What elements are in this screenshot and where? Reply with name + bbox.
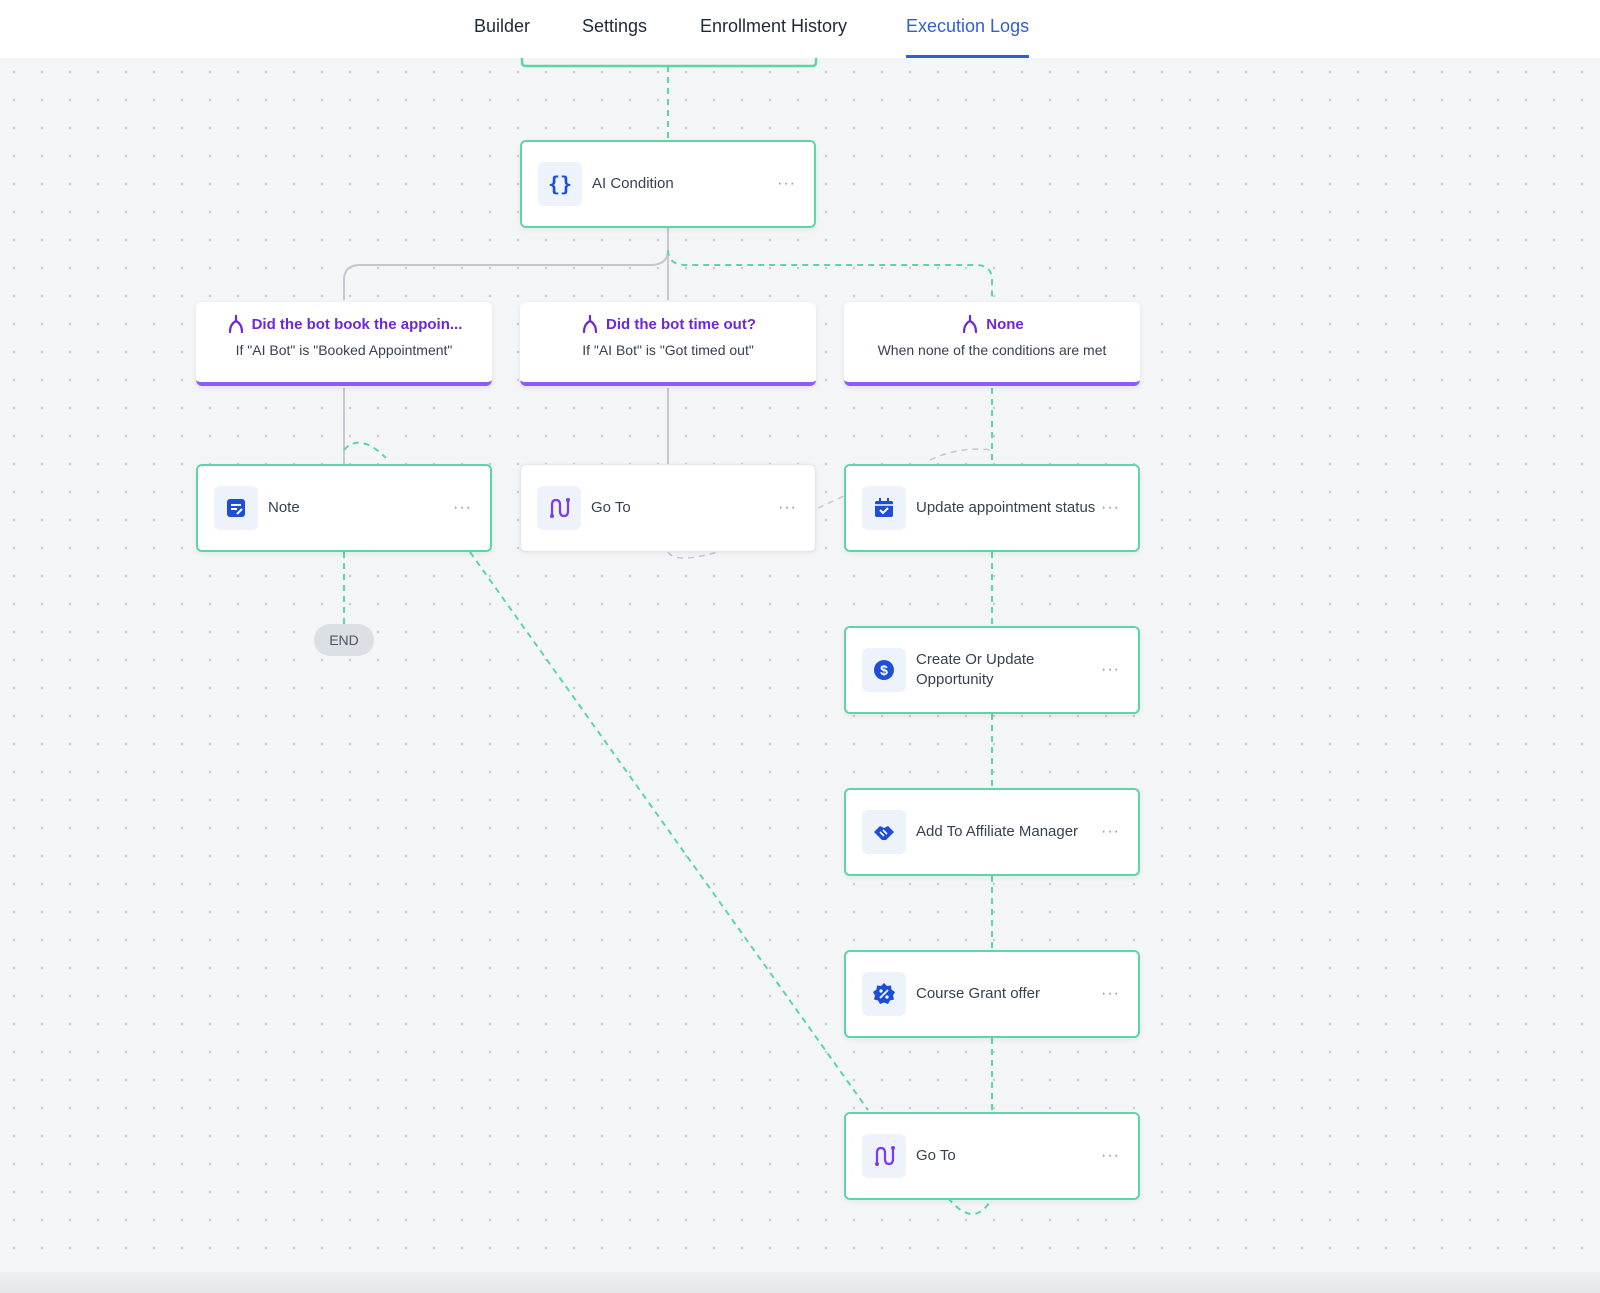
- branch-icon: [582, 314, 598, 334]
- node-label: Create Or Update Opportunity: [916, 651, 1035, 688]
- tab-settings[interactable]: Settings: [582, 16, 647, 58]
- goto-node[interactable]: Go To ···: [520, 464, 816, 552]
- course-grant-node[interactable]: Course Grant offer ···: [844, 950, 1140, 1038]
- more-options-icon[interactable]: ···: [449, 499, 476, 517]
- braces-icon: {}: [538, 162, 582, 206]
- tab-enrollment-history[interactable]: Enrollment History: [700, 16, 847, 58]
- branch-description: If "AI Bot" is "Got timed out": [582, 342, 754, 358]
- tab-builder[interactable]: Builder: [474, 16, 530, 58]
- node-label: Go To: [916, 1147, 956, 1164]
- note-icon: [214, 486, 258, 530]
- top-nav: Builder Settings Enrollment History Exec…: [0, 0, 1600, 58]
- branch-booked-appointment[interactable]: Did the bot book the appoin... If "AI Bo…: [196, 302, 492, 386]
- connector-dashed: [667, 249, 993, 300]
- note-node[interactable]: Note ···: [196, 464, 492, 552]
- end-marker: END: [314, 624, 374, 656]
- branch-description: When none of the conditions are met: [877, 342, 1107, 358]
- handshake-icon: [862, 810, 906, 854]
- more-options-icon[interactable]: ···: [1097, 823, 1124, 841]
- node-label: Course Grant offer: [916, 985, 1040, 1002]
- node-label: Add To Affiliate Manager: [916, 823, 1079, 840]
- route-icon: [537, 486, 581, 530]
- branch-title: Did the bot book the appoin...: [251, 315, 463, 333]
- more-options-icon[interactable]: ···: [773, 175, 800, 193]
- connector-loop: [343, 441, 387, 459]
- branch-icon: [963, 314, 978, 334]
- dollar-icon: $: [862, 648, 906, 692]
- discount-badge-icon: [862, 972, 906, 1016]
- connector-goto-link: [469, 551, 869, 1111]
- opportunity-node[interactable]: $ Create Or Update Opportunity ···: [844, 626, 1140, 714]
- branch-description: If "AI Bot" is "Booked Appointment": [235, 342, 453, 358]
- affiliate-node[interactable]: Add To Affiliate Manager ···: [844, 788, 1140, 876]
- more-options-icon[interactable]: ···: [1097, 985, 1124, 1003]
- update-appointment-node[interactable]: Update appointment status ···: [844, 464, 1140, 552]
- more-options-icon[interactable]: ···: [1097, 499, 1124, 517]
- branch-title: Did the bot time out?: [606, 315, 756, 333]
- more-options-icon[interactable]: ···: [774, 499, 801, 517]
- svg-text:$: $: [880, 662, 888, 678]
- more-options-icon[interactable]: ···: [1097, 1147, 1124, 1165]
- more-options-icon[interactable]: ···: [1097, 661, 1124, 679]
- ai-condition-node[interactable]: {} AI Condition ···: [520, 140, 816, 228]
- goto-node-bottom[interactable]: Go To ···: [844, 1112, 1140, 1200]
- node-label: Update appointment status: [916, 499, 1096, 516]
- connector-solid: [343, 249, 669, 300]
- node-label: Note: [268, 499, 300, 516]
- calendar-check-icon: [862, 486, 906, 530]
- branch-none[interactable]: None When none of the conditions are met: [844, 302, 1140, 386]
- connector-loop: [947, 1197, 993, 1215]
- previous-node-edge: [520, 58, 818, 68]
- branch-title: None: [986, 315, 1024, 333]
- node-label: Go To: [591, 499, 631, 516]
- canvas-bottom-edge: [0, 1272, 1600, 1293]
- tab-execution-logs[interactable]: Execution Logs: [906, 16, 1030, 58]
- connector-loop: [817, 495, 845, 509]
- branch-timed-out[interactable]: Did the bot time out? If "AI Bot" is "Go…: [520, 302, 816, 386]
- route-icon: [862, 1134, 906, 1178]
- connector-loop: [929, 448, 993, 461]
- node-label: AI Condition: [592, 175, 674, 192]
- branch-icon: [228, 314, 243, 334]
